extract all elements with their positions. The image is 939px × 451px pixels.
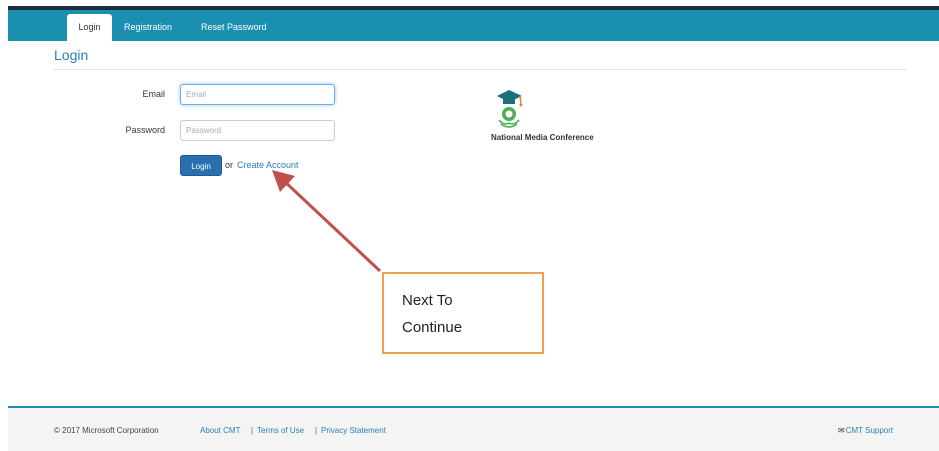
privacy-statement-link[interactable]: Privacy Statement (321, 426, 386, 435)
footer-separator: | (315, 426, 318, 435)
envelope-icon: ✉ (838, 426, 845, 435)
terms-of-use-link[interactable]: Terms of Use (257, 426, 304, 435)
annotation-line-2: Continue (402, 319, 463, 336)
cmt-support-link[interactable]: ✉CMT Support (838, 426, 893, 435)
copyright-text: © 2017 Microsoft Corporation (54, 426, 159, 435)
annotation-box: Next To Continue (382, 272, 544, 354)
cmt-support-label: CMT Support (845, 426, 894, 435)
annotation-line-1: Next To (402, 292, 453, 309)
about-cmt-link[interactable]: About CMT (200, 426, 240, 435)
footer-separator: | (251, 426, 254, 435)
annotation-arrow (272, 170, 382, 273)
